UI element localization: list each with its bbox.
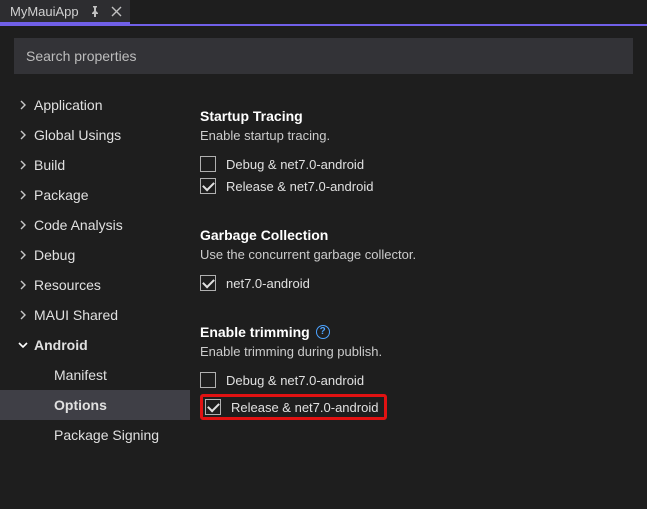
search-input[interactable] [14, 38, 633, 74]
checkbox-label: Release & net7.0-android [226, 179, 373, 194]
chevron-down-icon [18, 340, 28, 350]
sidebar-item-label: MAUI Shared [34, 307, 118, 323]
main-panel: Startup Tracing Enable startup tracing. … [190, 84, 647, 509]
sidebar-item-android-manifest[interactable]: Manifest [0, 360, 190, 390]
checkbox[interactable] [200, 156, 216, 172]
chevron-right-icon [18, 280, 28, 290]
section-title: Enable trimming ? [200, 324, 627, 340]
section-title: Startup Tracing [200, 108, 627, 124]
chevron-right-icon [18, 130, 28, 140]
sidebar-item-code-analysis[interactable]: Code Analysis [0, 210, 190, 240]
sidebar-item-android[interactable]: Android [0, 330, 190, 360]
sidebar-item-label: Android [34, 337, 88, 353]
chevron-right-icon [18, 190, 28, 200]
sidebar-item-label: Package [34, 187, 88, 203]
section-title: Garbage Collection [200, 227, 627, 243]
checkbox-label: Release & net7.0-android [231, 400, 378, 415]
sidebar-item-label: Code Analysis [34, 217, 123, 233]
sidebar-item-label: Build [34, 157, 65, 173]
section-startup-tracing: Startup Tracing Enable startup tracing. … [200, 108, 627, 197]
sidebar-item-android-package-signing[interactable]: Package Signing [0, 420, 190, 450]
sidebar-item-package[interactable]: Package [0, 180, 190, 210]
sidebar-item-global-usings[interactable]: Global Usings [0, 120, 190, 150]
section-enable-trimming: Enable trimming ? Enable trimming during… [200, 324, 627, 423]
help-icon[interactable]: ? [316, 325, 330, 339]
sidebar-item-application[interactable]: Application [0, 90, 190, 120]
tab-title: MyMauiApp [10, 4, 79, 19]
sidebar-item-android-options[interactable]: Options [0, 390, 190, 420]
section-title-text: Enable trimming [200, 324, 310, 340]
checkbox-row-trimming-debug[interactable]: Debug & net7.0-android [200, 369, 627, 391]
sidebar-item-debug[interactable]: Debug [0, 240, 190, 270]
chevron-right-icon [18, 220, 28, 230]
checkbox[interactable] [200, 372, 216, 388]
checkbox-label: net7.0-android [226, 276, 310, 291]
section-description: Enable startup tracing. [200, 128, 627, 143]
close-icon[interactable] [111, 6, 122, 17]
sidebar-item-label: Resources [34, 277, 101, 293]
checkbox-row-release[interactable]: Release & net7.0-android [200, 175, 627, 197]
sidebar-item-resources[interactable]: Resources [0, 270, 190, 300]
section-description: Enable trimming during publish. [200, 344, 627, 359]
sidebar-item-label: Package Signing [54, 427, 159, 443]
document-tab[interactable]: MyMauiApp [0, 0, 130, 24]
checkbox[interactable] [200, 178, 216, 194]
sidebar-item-label: Debug [34, 247, 75, 263]
chevron-right-icon [18, 100, 28, 110]
section-description: Use the concurrent garbage collector. [200, 247, 627, 262]
chevron-right-icon [18, 250, 28, 260]
sidebar-item-label: Options [54, 397, 107, 413]
sidebar: Application Global Usings Build Package … [0, 84, 190, 509]
chevron-right-icon [18, 160, 28, 170]
checkbox-row-gc[interactable]: net7.0-android [200, 272, 627, 294]
sidebar-item-label: Application [34, 97, 103, 113]
sidebar-item-build[interactable]: Build [0, 150, 190, 180]
checkbox-label: Debug & net7.0-android [226, 157, 364, 172]
sidebar-item-maui-shared[interactable]: MAUI Shared [0, 300, 190, 330]
sidebar-item-label: Global Usings [34, 127, 121, 143]
pin-icon[interactable] [89, 5, 101, 17]
checkbox-row-trimming-release[interactable]: Release & net7.0-android [200, 391, 627, 423]
checkbox-row-debug[interactable]: Debug & net7.0-android [200, 153, 627, 175]
checkbox-label: Debug & net7.0-android [226, 373, 364, 388]
highlight-annotation: Release & net7.0-android [200, 394, 387, 420]
chevron-right-icon [18, 310, 28, 320]
title-bar: MyMauiApp [0, 0, 647, 24]
sidebar-item-label: Manifest [54, 367, 107, 383]
section-garbage-collection: Garbage Collection Use the concurrent ga… [200, 227, 627, 294]
checkbox[interactable] [205, 399, 221, 415]
checkbox[interactable] [200, 275, 216, 291]
